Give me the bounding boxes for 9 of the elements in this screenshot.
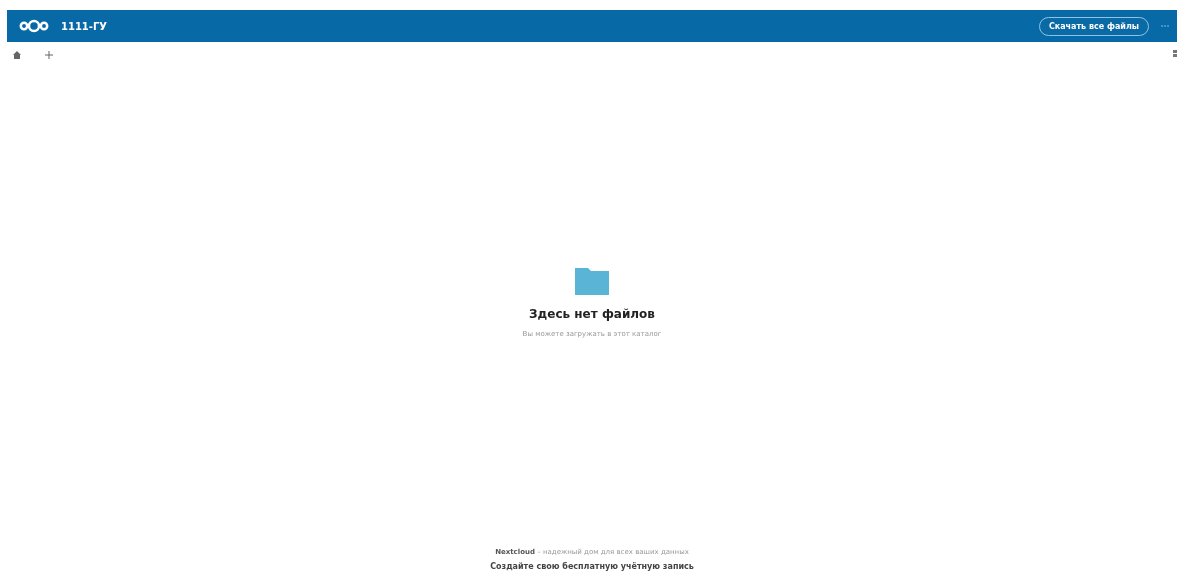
home-icon[interactable] — [13, 51, 21, 59]
folder-icon — [575, 268, 609, 295]
signup-link[interactable]: Создайте свою бесплатную учётную запись — [490, 562, 694, 571]
logo-icon — [19, 19, 49, 33]
empty-heading: Здесь нет файлов — [529, 307, 655, 321]
grid-view-icon[interactable] — [1173, 50, 1177, 57]
folder-title: 1111-ГУ — [61, 20, 108, 32]
plus-icon[interactable] — [45, 51, 53, 59]
download-all-button[interactable]: Скачать все файлы — [1038, 16, 1149, 36]
